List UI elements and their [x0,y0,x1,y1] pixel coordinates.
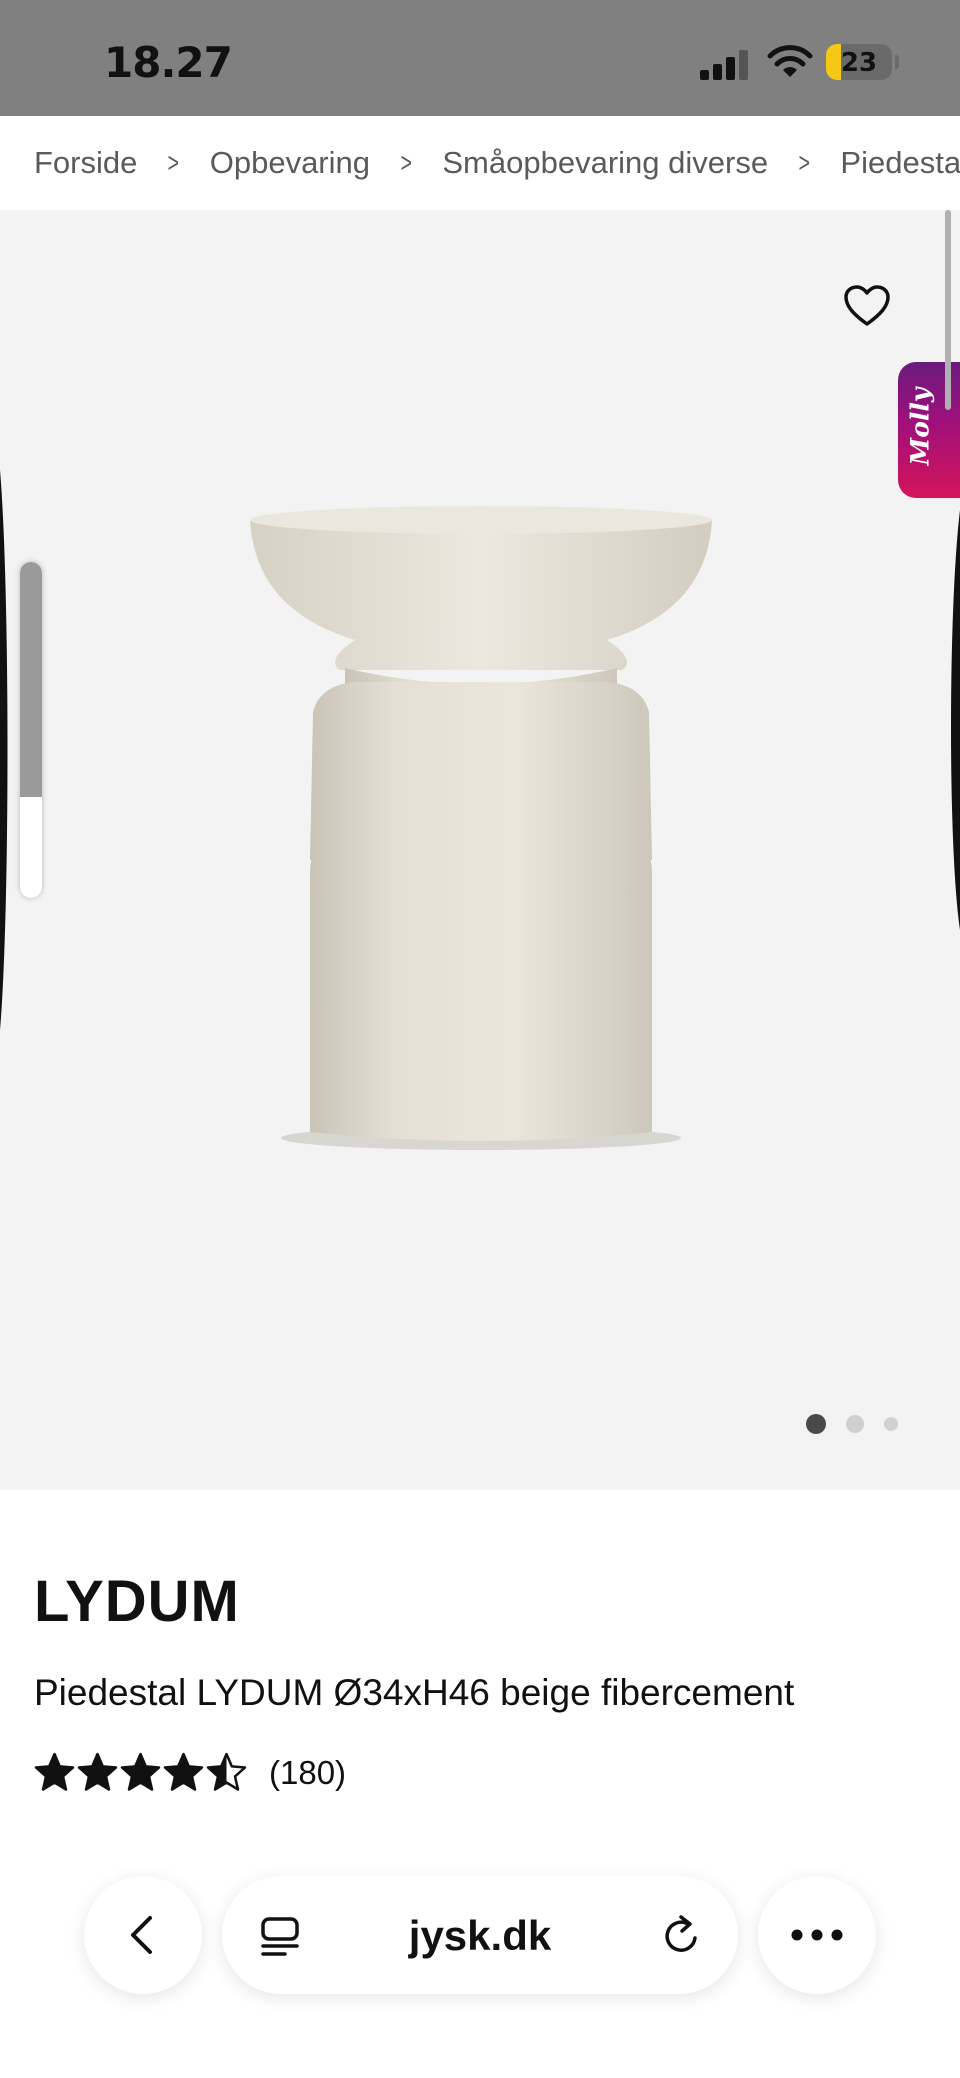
star-filled-icon [163,1752,204,1791]
star-filled-icon [120,1752,161,1791]
product-brand: LYDUM [34,1569,240,1634]
more-icon [791,1929,843,1941]
carousel-dot[interactable] [884,1417,898,1431]
chevron-right-icon: > [798,147,810,178]
side-scroller[interactable] [20,562,42,898]
status-time: 18.27 [104,38,233,87]
heart-outline-icon[interactable] [843,284,891,328]
product-gallery[interactable]: Molly [0,210,960,1490]
battery-nub [895,55,899,69]
review-count[interactable]: (180) [269,1754,346,1792]
carousel-dots [806,1412,898,1436]
address-bar[interactable]: jysk.dk [222,1876,738,1994]
breadcrumb-item-opbevaring[interactable]: Opbevaring [210,145,370,181]
breadcrumb-item-piedestal[interactable]: Piedestal [840,145,960,181]
star-filled-icon [77,1752,118,1791]
carousel-dot[interactable] [806,1414,826,1434]
product-image[interactable] [245,500,715,1160]
chevron-right-icon: > [400,147,412,178]
browser-toolbar: jysk.dk [0,1868,960,2078]
more-button[interactable] [758,1876,876,1994]
signal-icon [700,48,750,80]
url-text[interactable]: jysk.dk [342,1912,618,1960]
status-bar: 18.27 23 [0,0,960,116]
reader-icon[interactable] [260,1916,300,1956]
page-edge-left [0,470,8,1030]
battery-level: 23 [840,48,878,78]
side-scroller-fill [20,562,42,798]
product-title: Piedestal LYDUM Ø34xH46 beige fibercemen… [34,1672,795,1713]
star-half-icon [206,1752,247,1791]
wifi-icon [767,45,813,77]
chat-widget-label: Molly [905,387,935,466]
breadcrumb: Forside > Opbevaring > Småopbevaring div… [0,116,960,210]
back-button[interactable] [84,1876,202,1994]
back-icon [131,1916,152,1954]
product-rating[interactable]: (180) [34,1752,346,1793]
star-filled-icon [34,1752,75,1791]
page-scrollbar[interactable] [945,210,951,410]
chevron-right-icon: > [167,147,180,178]
reload-icon[interactable] [660,1914,704,1958]
breadcrumb-item-smaaopbevaring[interactable]: Småopbevaring diverse [442,145,768,181]
carousel-dot[interactable] [846,1415,864,1433]
battery-icon: 23 [826,44,892,80]
rating-stars [34,1752,249,1793]
breadcrumb-item-forside[interactable]: Forside [34,145,137,181]
